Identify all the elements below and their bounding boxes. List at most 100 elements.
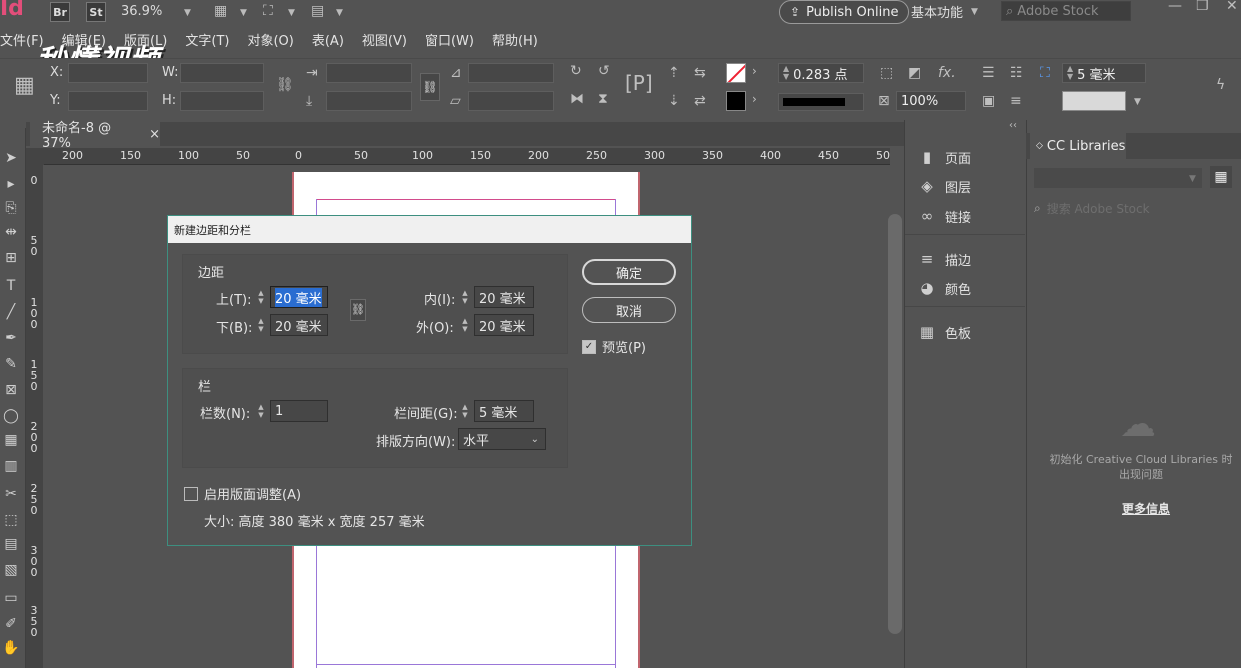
stroke-weight-field[interactable]: ▲ ▼ 0.283 点 <box>778 63 864 83</box>
content-collector-icon[interactable]: ⊞ <box>0 250 22 270</box>
chevron-down-icon[interactable]: ▼ <box>1134 97 1141 107</box>
free-transform-tool-icon[interactable]: ⬚ <box>0 512 22 532</box>
gutter-field[interactable]: ▲ ▼ 5 毫米 <box>1062 63 1146 83</box>
menu-window[interactable]: 窗口(W) <box>425 30 474 49</box>
menu-help[interactable]: 帮助(H) <box>492 30 538 49</box>
link-margins-icon[interactable]: ⛓ <box>350 299 366 321</box>
close-icon[interactable]: ✕ <box>1226 0 1238 14</box>
gutter-spinner[interactable]: ▲ ▼ <box>458 400 472 422</box>
page-tool-icon[interactable]: ⎘ <box>0 200 22 220</box>
grid-tool-icon[interactable]: ▥ <box>0 458 22 478</box>
scissors-tool-icon[interactable]: ✂ <box>0 486 22 506</box>
fill-swatch[interactable] <box>726 63 746 83</box>
gradient-feather-tool-icon[interactable]: ▧ <box>0 562 22 582</box>
writing-direction-select[interactable]: 水平 ⌄ <box>458 428 546 450</box>
gradient-swatch-tool-icon[interactable]: ▤ <box>0 536 22 556</box>
auto-fit-icon[interactable]: ⛶ <box>1040 65 1050 81</box>
ruler-origin[interactable] <box>26 148 44 165</box>
constrain-proportions-icon[interactable]: ⛓ <box>276 77 294 93</box>
minimize-icon[interactable]: — <box>1168 0 1182 14</box>
select-container-icon[interactable]: ⇡ <box>668 65 680 81</box>
rotate-cw-icon[interactable]: ↻ <box>570 63 582 79</box>
chevron-right-icon[interactable]: › <box>752 64 757 78</box>
selection-tool-icon[interactable]: ➤ <box>0 150 22 170</box>
cancel-button[interactable]: 取消 <box>582 297 676 323</box>
reference-point-icon[interactable]: ▦ <box>14 73 35 98</box>
stroke-type-select[interactable] <box>778 93 864 111</box>
vertical-ruler[interactable]: 0 50 100 150 200 250 300 350 <box>26 165 43 668</box>
lightning-icon[interactable]: ϟ <box>1216 77 1225 93</box>
line-tool-icon[interactable]: ╱ <box>0 304 22 324</box>
inside-margin-spinner[interactable]: ▲ ▼ <box>458 286 472 308</box>
preview-checkbox-row[interactable]: ✓ 预览(P) <box>582 337 646 356</box>
grid-view-icon[interactable]: ▦ <box>1210 166 1232 188</box>
vertical-scrollbar[interactable] <box>888 214 902 634</box>
chevron-down-icon[interactable]: ▼ <box>288 8 295 18</box>
opacity-field[interactable]: 100% <box>896 91 966 111</box>
document-tab[interactable]: 未命名-8 @ 37% × <box>30 121 160 151</box>
panel-pages[interactable]: ▮ 页面 <box>905 143 1025 171</box>
layout-adjust-checkbox[interactable] <box>184 486 198 501</box>
chevron-down-icon[interactable]: ▼ <box>336 8 343 18</box>
outside-margin-input[interactable]: 20 毫米 <box>474 314 534 336</box>
view-options-icon[interactable]: ⛶ <box>263 3 273 19</box>
select-previous-icon[interactable]: ⇆ <box>694 65 706 81</box>
column-count-input[interactable]: 1 <box>270 400 328 422</box>
cc-libraries-tab[interactable]: ◇ CC Libraries <box>1030 133 1126 159</box>
shear-angle-field[interactable] <box>468 91 554 111</box>
select-content-icon[interactable]: ⇣ <box>668 93 680 109</box>
text-wrap-icon[interactable]: ☰ <box>982 65 995 81</box>
panel-swatches[interactable]: ▦ 色板 <box>905 318 1025 346</box>
flip-vertical-icon[interactable]: ⧗ <box>598 91 608 107</box>
outside-margin-spinner[interactable]: ▲ ▼ <box>458 314 472 336</box>
zoom-dropdown-icon[interactable]: ▼ <box>184 8 191 18</box>
rotate-angle-field[interactable] <box>468 63 554 83</box>
ok-button[interactable]: 确定 <box>582 259 676 285</box>
horizontal-ruler[interactable]: 200 150 100 50 0 50 100 150 200 250 300 … <box>44 148 890 165</box>
text-wrap-none-icon[interactable]: ≡ <box>1010 93 1022 109</box>
cc-search-input[interactable]: ⌕ 搜索 Adobe Stock <box>1034 200 1150 217</box>
bottom-margin-spinner[interactable]: ▲ ▼ <box>254 314 268 336</box>
eyedropper-tool-icon[interactable]: ✐ <box>0 616 22 636</box>
panel-stroke[interactable]: ≡ 描边 <box>905 245 1025 273</box>
object-effects-icon[interactable]: ⬚ <box>880 65 893 81</box>
rotate-ccw-icon[interactable]: ↺ <box>598 63 610 79</box>
top-margin-input[interactable]: 20 毫米 <box>270 286 328 308</box>
preview-checkbox[interactable]: ✓ <box>582 339 596 354</box>
menu-table[interactable]: 表(A) <box>312 30 344 49</box>
stock-search-input[interactable]: ⌕ Adobe Stock <box>1001 1 1131 21</box>
pen-tool-icon[interactable]: ✒ <box>0 330 22 350</box>
gutter-input[interactable]: 5 毫米 <box>474 400 534 422</box>
hand-tool-icon[interactable]: ✋ <box>0 640 22 660</box>
chevron-down-icon[interactable]: ▼ <box>240 8 247 18</box>
zoom-level[interactable]: 36.9% <box>121 4 162 19</box>
inside-margin-input[interactable]: 20 毫米 <box>474 286 534 308</box>
chevron-down-icon[interactable]: ▼ <box>1189 174 1196 184</box>
h-field[interactable] <box>180 91 264 111</box>
text-wrap-jump-icon[interactable]: ☷ <box>1010 65 1023 81</box>
publish-online-button[interactable]: ⇪ Publish Online <box>779 0 910 24</box>
top-margin-spinner[interactable]: ▲ ▼ <box>254 286 268 308</box>
flip-horizontal-icon[interactable]: ⧓ <box>570 91 584 107</box>
layout-adjust-row[interactable]: 启用版面调整(A) <box>184 484 301 503</box>
collapse-icon[interactable]: ◇ <box>1036 141 1043 151</box>
fx-icon[interactable]: fx. <box>938 65 956 81</box>
stock-icon[interactable]: St <box>86 2 106 22</box>
y-field[interactable] <box>68 91 148 111</box>
w-field[interactable] <box>180 63 264 83</box>
drop-shadow-icon[interactable]: ◩ <box>908 65 921 81</box>
more-info-link[interactable]: 更多信息 <box>1122 500 1170 517</box>
menu-view[interactable]: 视图(V) <box>362 30 407 49</box>
link-scale-icon[interactable]: ⛓ <box>420 73 440 101</box>
scale-y-field[interactable] <box>326 91 412 111</box>
scale-x-field[interactable] <box>326 63 412 83</box>
table-tool-icon[interactable]: ▦ <box>0 432 22 452</box>
screen-mode-icon[interactable]: ▦ <box>214 3 227 19</box>
close-tab-icon[interactable]: × <box>149 127 160 142</box>
gap-tool-icon[interactable]: ⇹ <box>0 224 22 244</box>
panel-color[interactable]: ◕ 颜色 <box>905 274 1025 302</box>
column-count-spinner[interactable]: ▲ ▼ <box>254 400 268 422</box>
direct-selection-tool-icon[interactable]: ▸ <box>0 176 22 196</box>
stroke-swatch[interactable] <box>726 91 746 111</box>
chevron-right-icon[interactable]: › <box>752 92 757 106</box>
